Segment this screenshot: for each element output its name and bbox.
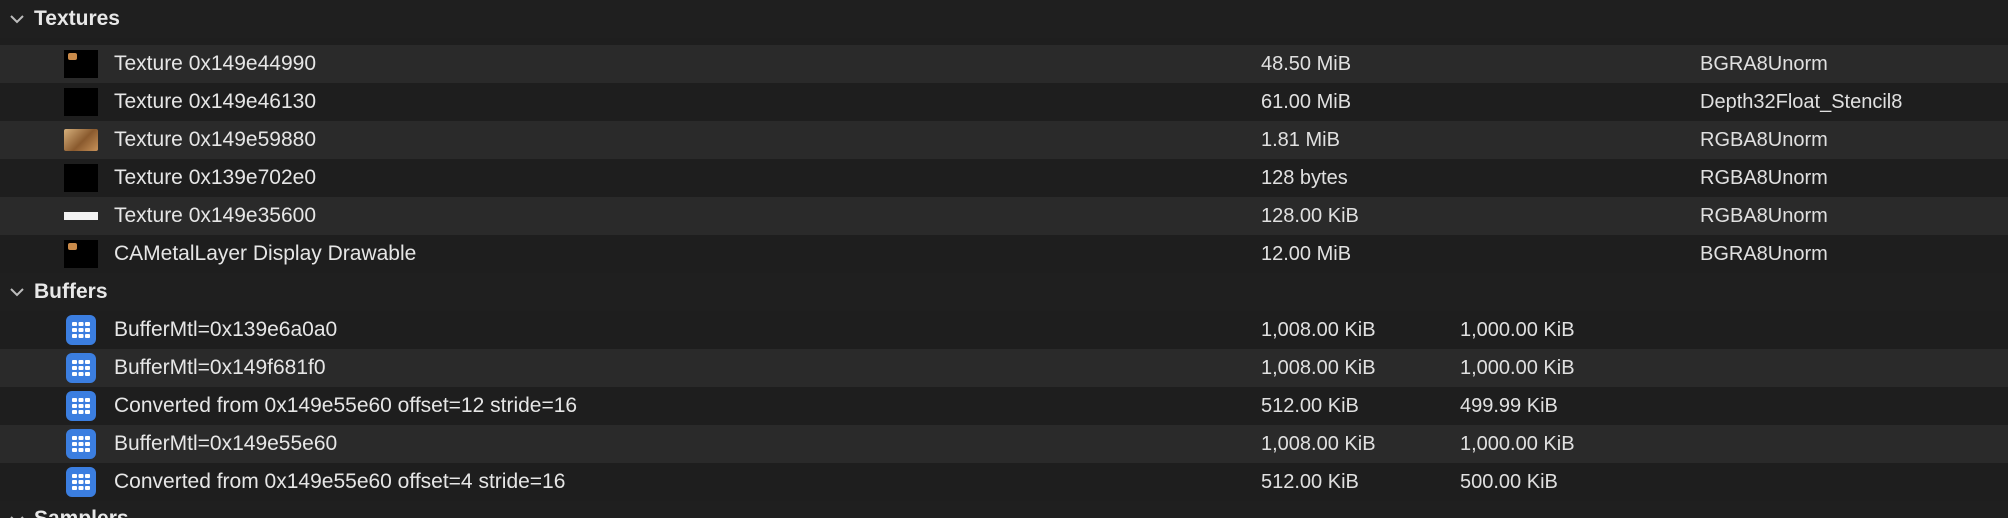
section-title: Buffers [34,280,108,303]
texture-row[interactable]: Texture 0x149e35600 128.00 KiB RGBA8Unor… [0,197,2008,235]
chevron-down-icon[interactable] [10,12,24,26]
texture-format: RGBA8Unorm [1700,128,1828,151]
texture-name: CAMetalLayer Display Drawable [114,242,417,265]
buffer-row[interactable]: BufferMtl=0x149e55e60 1,008.00 KiB 1,000… [0,425,2008,463]
black-texture-thumbnail [64,88,98,116]
samplers-section-header[interactable]: Samplers [0,501,2008,518]
buffer-size: 1,008.00 KiB [1261,432,1376,455]
resource-list: Textures Texture 0x149e44990 48.50 MiB B… [0,0,2008,518]
buffer-grid-icon [64,429,98,459]
texture-size: 61.00 MiB [1261,90,1352,113]
buffer-row[interactable]: Converted from 0x149e55e60 offset=12 str… [0,387,2008,425]
texture-format: RGBA8Unorm [1700,166,1828,189]
texture-size: 48.50 MiB [1261,52,1352,75]
buffer-grid-icon [64,315,98,345]
texture-name: Texture 0x139e702e0 [114,166,316,189]
texture-size: 12.00 MiB [1261,242,1352,265]
buffer-size: 1,008.00 KiB [1261,356,1376,379]
buffer-name: BufferMtl=0x149e55e60 [114,432,338,455]
texture-format: BGRA8Unorm [1700,242,1828,265]
texture-size: 128 bytes [1261,166,1348,189]
buffer-used-size: 499.99 KiB [1460,394,1558,417]
box-texture-thumbnail [64,126,98,154]
chevron-down-icon[interactable] [10,513,24,518]
buffer-size: 1,008.00 KiB [1261,318,1376,341]
texture-size: 128.00 KiB [1261,204,1359,227]
buffer-name: Converted from 0x149e55e60 offset=4 stri… [114,470,566,493]
buffer-size: 512.00 KiB [1261,470,1359,493]
buffers-section-header[interactable]: Buffers [0,273,2008,311]
buffer-grid-icon [64,467,98,497]
buffer-size: 512.00 KiB [1261,394,1359,417]
dark-texture-thumbnail [64,50,98,78]
texture-size: 1.81 MiB [1261,128,1340,151]
texture-format: BGRA8Unorm [1700,52,1828,75]
buffer-row[interactable]: BufferMtl=0x139e6a0a0 1,008.00 KiB 1,000… [0,311,2008,349]
texture-row[interactable]: Texture 0x149e46130 61.00 MiB Depth32Flo… [0,83,2008,121]
texture-row[interactable]: Texture 0x139e702e0 128 bytes RGBA8Unorm [0,159,2008,197]
dark-texture-thumbnail [64,240,98,268]
texture-name: Texture 0x149e35600 [114,204,316,227]
buffer-name: BufferMtl=0x139e6a0a0 [114,318,338,341]
section-title: Samplers [34,507,129,518]
chevron-down-icon[interactable] [10,285,24,299]
texture-row[interactable]: CAMetalLayer Display Drawable 12.00 MiB … [0,235,2008,273]
black-texture-thumbnail [64,164,98,192]
texture-row[interactable]: Texture 0x149e44990 48.50 MiB BGRA8Unorm [0,45,2008,83]
texture-row[interactable]: Texture 0x149e59880 1.81 MiB RGBA8Unorm [0,121,2008,159]
texture-name: Texture 0x149e44990 [114,52,316,75]
buffer-grid-icon [64,391,98,421]
texture-name: Texture 0x149e46130 [114,90,316,113]
buffer-used-size: 1,000.00 KiB [1460,318,1575,341]
buffer-row[interactable]: BufferMtl=0x149f681f0 1,008.00 KiB 1,000… [0,349,2008,387]
buffer-name: BufferMtl=0x149f681f0 [114,356,326,379]
buffer-used-size: 1,000.00 KiB [1460,356,1575,379]
buffer-used-size: 1,000.00 KiB [1460,432,1575,455]
texture-format: RGBA8Unorm [1700,204,1828,227]
texture-format: Depth32Float_Stencil8 [1700,90,1903,113]
white-bar-texture-thumbnail [64,202,98,230]
texture-name: Texture 0x149e59880 [114,128,316,151]
textures-section-header[interactable]: Textures [0,0,2008,38]
buffer-name: Converted from 0x149e55e60 offset=12 str… [114,394,578,417]
section-title: Textures [34,7,120,30]
buffer-row[interactable]: Converted from 0x149e55e60 offset=4 stri… [0,463,2008,501]
buffer-used-size: 500.00 KiB [1460,470,1558,493]
buffer-grid-icon [64,353,98,383]
